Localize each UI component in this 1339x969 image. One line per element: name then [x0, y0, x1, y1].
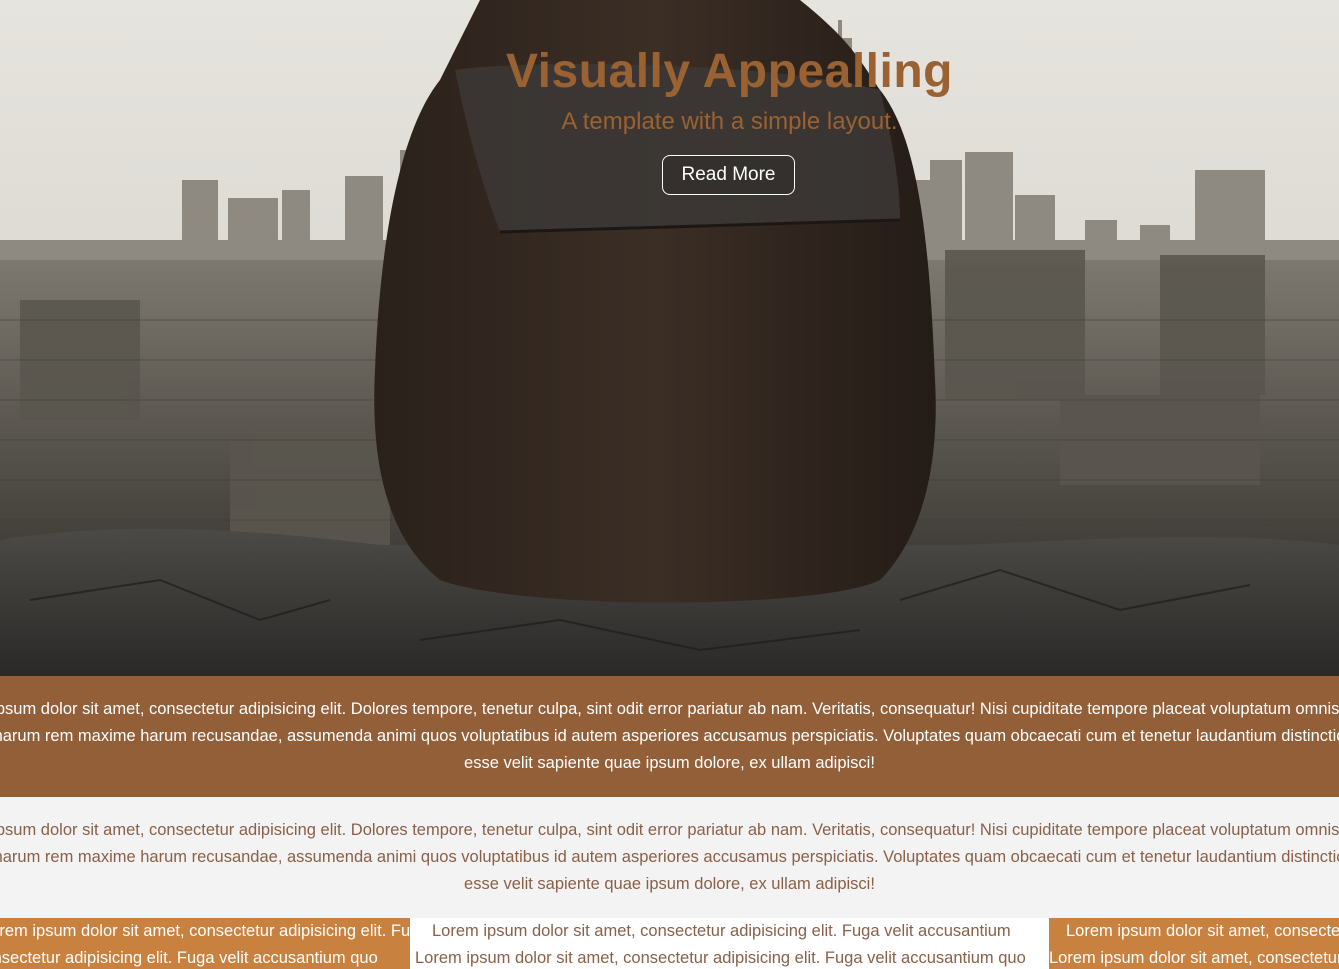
column-2-line-1: Lorem ipsum dolor sit amet, consectetur …	[432, 922, 1011, 940]
secondary-paragraph: Lorem ipsum dolor sit amet, consectetur …	[0, 817, 1339, 898]
column-2-line-2: Lorem ipsum dolor sit amet, consectetur …	[415, 949, 1026, 967]
column-3-line-1: Lorem ipsum dolor sit amet, consectetur …	[1066, 922, 1339, 940]
feature-column-3: Lorem ipsum dolor sit amet, consectetur …	[1049, 918, 1339, 969]
secondary-line-3: esse velit sapiente quae ipsum dolore, e…	[464, 875, 875, 893]
read-more-button[interactable]: Read More	[662, 155, 795, 195]
hero-banner: Visually Appealling A template with a si…	[0, 0, 1339, 676]
intro-line-3: esse velit sapiente quae ipsum dolore, e…	[464, 754, 875, 772]
feature-column-2: Lorem ipsum dolor sit amet, consectetur …	[410, 918, 1049, 969]
column-3-line-2: Lorem ipsum dolor sit amet, consectetur …	[1049, 949, 1339, 967]
secondary-line-2: harum rem maxime harum recusandae, assum…	[0, 848, 1339, 866]
column-1-line-2: Lorem ipsum dolor sit amet, consectetur …	[0, 949, 378, 967]
secondary-line-1: Lorem ipsum dolor sit amet, consectetur …	[0, 821, 1339, 839]
hero-subtitle: A template with a simple layout.	[561, 108, 898, 135]
intro-line-2: harum rem maxime harum recusandae, assum…	[0, 727, 1339, 745]
intro-line-1: Lorem ipsum dolor sit amet, consectetur …	[0, 700, 1339, 718]
column-1-line-1: Lorem ipsum dolor sit amet, consectetur …	[0, 922, 410, 940]
feature-columns: Lorem ipsum dolor sit amet, consectetur …	[0, 918, 1339, 969]
intro-band: Lorem ipsum dolor sit amet, consectetur …	[0, 676, 1339, 797]
hero-title: Visually Appealling	[506, 45, 953, 98]
intro-paragraph: Lorem ipsum dolor sit amet, consectetur …	[0, 696, 1339, 777]
secondary-band: Lorem ipsum dolor sit amet, consectetur …	[0, 797, 1339, 918]
feature-column-1: Lorem ipsum dolor sit amet, consectetur …	[0, 918, 410, 969]
hero-background-image	[0, 0, 1339, 676]
